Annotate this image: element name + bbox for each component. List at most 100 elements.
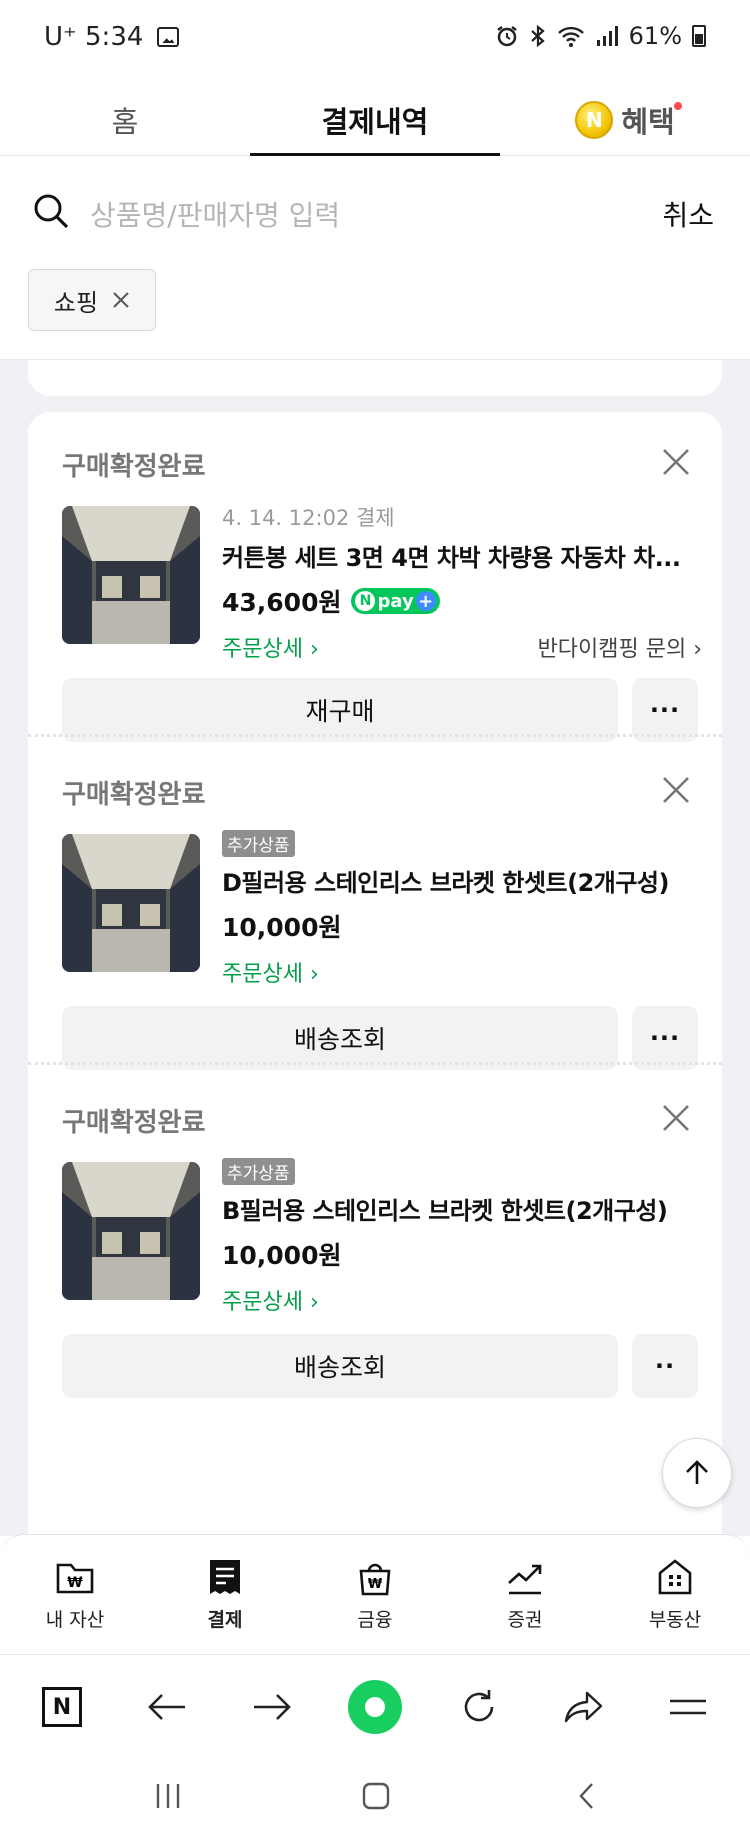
more-options-button[interactable]: ··· xyxy=(632,678,698,742)
alarm-icon xyxy=(496,26,517,47)
more-options-button[interactable]: ·· xyxy=(632,1334,698,1398)
nav-label: 부동산 xyxy=(648,1609,702,1631)
search-icon[interactable] xyxy=(32,192,70,230)
green-dot-icon xyxy=(348,1680,402,1734)
npay-plus-badge: Npay + xyxy=(351,588,440,614)
refresh-icon xyxy=(464,1690,494,1722)
battery-percent: 61% xyxy=(628,22,682,50)
product-thumbnail[interactable] xyxy=(62,506,200,644)
signal-icon xyxy=(596,26,618,46)
bluetooth-icon xyxy=(530,24,545,48)
order-list-area: 구매확정완료 4. 14. 12:02 결제 커튼봉 세트 3면 4면 차박 차… xyxy=(0,360,750,1536)
nav-label: 금융 xyxy=(357,1609,393,1631)
nav-payment[interactable]: 결제 xyxy=(150,1557,300,1632)
more-options-button[interactable]: ··· xyxy=(632,1006,698,1070)
extra-product-tag: 추가상품 xyxy=(222,1158,295,1185)
seller-inquiry-link[interactable]: 반다이캠핑 문의 › xyxy=(538,631,702,663)
close-icon[interactable] xyxy=(660,1102,692,1134)
stock-chart-icon xyxy=(508,1564,542,1595)
track-delivery-button[interactable]: 배송조회 xyxy=(62,1006,618,1070)
battery-icon xyxy=(692,25,706,47)
product-thumbnail[interactable] xyxy=(62,834,200,972)
wifi-icon xyxy=(557,26,584,47)
home-button[interactable] xyxy=(356,1776,396,1816)
nav-real-estate[interactable]: 부동산 xyxy=(600,1557,750,1632)
tab-payments[interactable]: 결제내역 xyxy=(250,84,500,157)
nav-stocks[interactable]: 증권 xyxy=(450,1557,600,1632)
order-links: 주문상세 › xyxy=(222,956,702,988)
order-links: 주문상세 › xyxy=(222,1284,702,1316)
recent-apps-icon xyxy=(156,1784,180,1808)
order-item: 구매확정완료 추가상품 B필러용 스테인리스 브라켓 한셋트(2개구성) 10,… xyxy=(28,1068,722,1448)
nav-label: 내 자산 xyxy=(45,1609,105,1631)
arrow-up-icon xyxy=(686,1460,708,1484)
nav-label: 증권 xyxy=(507,1609,543,1631)
naver-home-button[interactable]: N xyxy=(36,1681,88,1733)
order-detail-link[interactable]: 주문상세 › xyxy=(222,956,319,988)
share-arrow-icon xyxy=(564,1691,603,1723)
cancel-button[interactable]: 취소 xyxy=(662,194,714,234)
product-title[interactable]: B필러용 스테인리스 브라켓 한셋트(2개구성) xyxy=(222,1191,702,1226)
naver-logo-icon: N xyxy=(42,1687,82,1727)
plus-icon: + xyxy=(415,591,436,612)
close-icon[interactable] xyxy=(660,774,692,806)
svg-text:₩: ₩ xyxy=(67,1575,83,1591)
order-info: 4. 14. 12:02 결제 커튼봉 세트 3면 4면 차박 차량용 자동차 … xyxy=(222,502,702,663)
status-bar: U⁺ 5:34 61% xyxy=(0,0,750,76)
search-input[interactable]: 상품명/판매자명 입력 xyxy=(90,194,340,234)
recent-apps-button[interactable] xyxy=(148,1776,188,1816)
scroll-top-button[interactable] xyxy=(662,1438,732,1508)
price-row: 10,000원 xyxy=(222,1236,702,1272)
menu-icon xyxy=(670,1699,706,1715)
nav-label: 결제 xyxy=(207,1609,243,1631)
rebuy-button[interactable]: 재구매 xyxy=(62,678,618,742)
product-price: 10,000원 xyxy=(222,1241,342,1270)
green-dot-button[interactable] xyxy=(347,1679,403,1735)
top-tabs: 홈 결제내역 N 혜택 xyxy=(0,84,750,157)
new-badge-dot xyxy=(674,102,682,110)
share-button[interactable] xyxy=(558,1681,610,1733)
system-navigation xyxy=(0,1758,750,1834)
order-detail-link[interactable]: 주문상세 › xyxy=(222,631,319,663)
search-bar: 상품명/판매자명 입력 취소 xyxy=(0,156,750,264)
nav-finance[interactable]: ₩ 금융 xyxy=(300,1557,450,1632)
refresh-button[interactable] xyxy=(453,1681,505,1733)
order-info: 추가상품 D필러용 스테인리스 브라켓 한셋트(2개구성) 10,000원 주문… xyxy=(222,830,702,988)
arrow-right-icon xyxy=(254,1694,291,1720)
filter-chip-shopping[interactable]: 쇼핑 xyxy=(28,269,156,331)
order-date: 4. 14. 12:02 결제 xyxy=(222,506,395,530)
order-status: 구매확정완료 xyxy=(62,780,206,810)
tab-benefits-label: 혜택 xyxy=(621,105,675,139)
npay-label: pay xyxy=(377,590,414,612)
tab-home[interactable]: 홈 xyxy=(0,84,250,156)
close-icon[interactable] xyxy=(660,446,692,478)
money-bag-icon: ₩ xyxy=(359,1563,391,1596)
price-row: 43,600원 Npay + xyxy=(222,583,702,619)
divider xyxy=(28,734,722,737)
browser-toolbar: N xyxy=(0,1654,750,1758)
order-detail-link[interactable]: 주문상세 › xyxy=(222,1284,319,1316)
menu-button[interactable] xyxy=(662,1681,714,1733)
close-icon[interactable] xyxy=(112,291,130,309)
filter-row: 쇼핑 xyxy=(0,264,750,360)
order-links: 주문상세 › 반다이캠핑 문의 › xyxy=(222,631,702,663)
nav-assets[interactable]: ₩ 내 자산 xyxy=(0,1557,150,1632)
tab-benefits[interactable]: N 혜택 xyxy=(500,84,750,156)
product-title[interactable]: D필러용 스테인리스 브라켓 한셋트(2개구성) xyxy=(222,863,702,898)
arrow-left-icon xyxy=(148,1694,185,1720)
order-list: 구매확정완료 4. 14. 12:02 결제 커튼봉 세트 3면 4면 차박 차… xyxy=(28,412,722,1536)
bottom-navigation: ₩ 내 자산 결제 ₩ 금융 증권 부동산 xyxy=(0,1534,750,1654)
carrier-time: U⁺ 5:34 xyxy=(44,22,144,52)
gallery-notification-icon xyxy=(157,27,180,47)
npay-n-icon: N xyxy=(355,591,376,611)
product-thumbnail[interactable] xyxy=(62,1162,200,1300)
previous-card-bottom xyxy=(28,360,722,396)
back-button[interactable] xyxy=(141,1681,193,1733)
back-nav-button[interactable] xyxy=(568,1776,608,1816)
product-price: 10,000원 xyxy=(222,913,342,942)
forward-button[interactable] xyxy=(246,1681,298,1733)
building-icon xyxy=(658,1559,692,1595)
track-delivery-button[interactable]: 배송조회 xyxy=(62,1334,618,1398)
product-title[interactable]: 커튼봉 세트 3면 4면 차박 차량용 자동차 차... xyxy=(222,538,702,573)
chevron-left-icon xyxy=(579,1783,593,1809)
